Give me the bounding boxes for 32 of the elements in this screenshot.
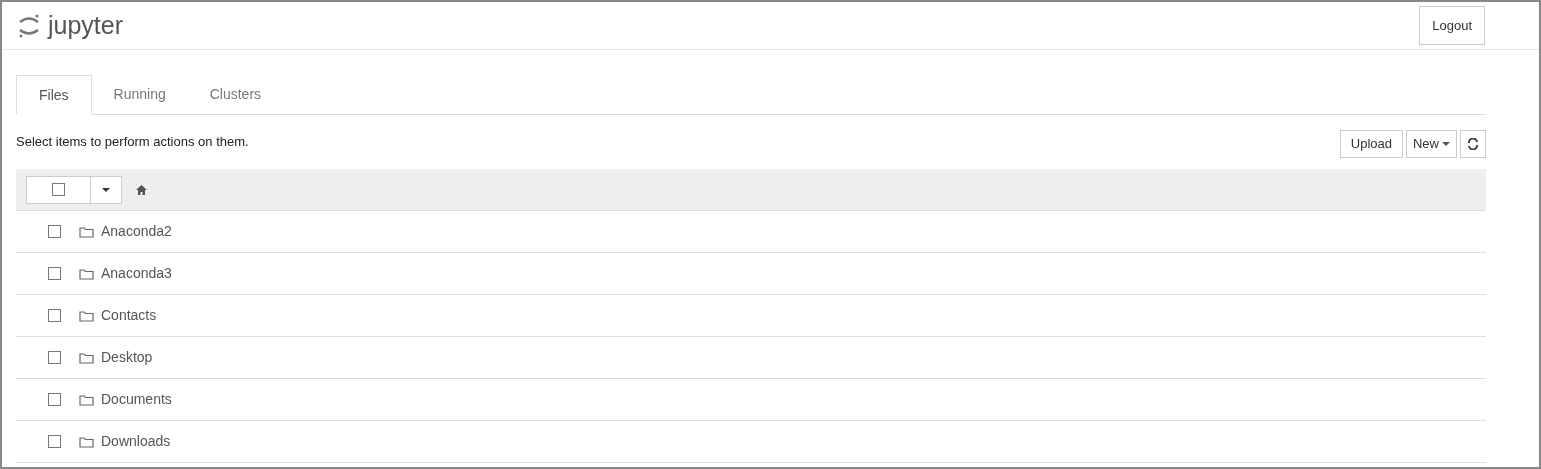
folder-link[interactable]: Anaconda2 [101, 221, 172, 242]
tab[interactable]: Files [16, 75, 92, 115]
folder-icon [79, 435, 94, 448]
folder-icon [79, 267, 94, 280]
caret-icon [1442, 142, 1450, 146]
logo-icon [18, 12, 40, 39]
upload-button[interactable]: Upload [1339, 130, 1403, 158]
checkbox[interactable] [48, 435, 61, 448]
folder-link[interactable]: Anaconda3 [101, 263, 172, 284]
folder-link[interactable]: Contacts [101, 305, 157, 326]
checkbox[interactable] [48, 267, 61, 280]
folder-link[interactable]: Documents [101, 389, 172, 410]
folder-icon [79, 225, 94, 238]
folder-icon [79, 351, 94, 364]
checkbox[interactable] [48, 393, 61, 406]
tab[interactable]: Clusters [187, 75, 284, 114]
refresh-button[interactable] [1460, 130, 1486, 158]
instruction-text: Select items to perform actions on them. [16, 133, 249, 152]
checkbox[interactable] [48, 351, 61, 364]
folder-icon [79, 393, 94, 406]
new-button[interactable]: New [1406, 130, 1457, 158]
logout-button[interactable]: Logout [1419, 5, 1485, 46]
tab[interactable]: Running [91, 75, 188, 114]
logo-text: jupyter [48, 13, 124, 38]
checkbox[interactable] [52, 183, 65, 196]
refresh-icon [1467, 138, 1479, 150]
folder-link[interactable]: Downloads [101, 431, 171, 452]
checkbox[interactable] [48, 225, 61, 238]
folder-icon [79, 309, 94, 322]
checkbox[interactable] [48, 309, 61, 322]
folder-link[interactable]: Desktop [101, 347, 153, 368]
home-icon[interactable] [136, 184, 147, 195]
